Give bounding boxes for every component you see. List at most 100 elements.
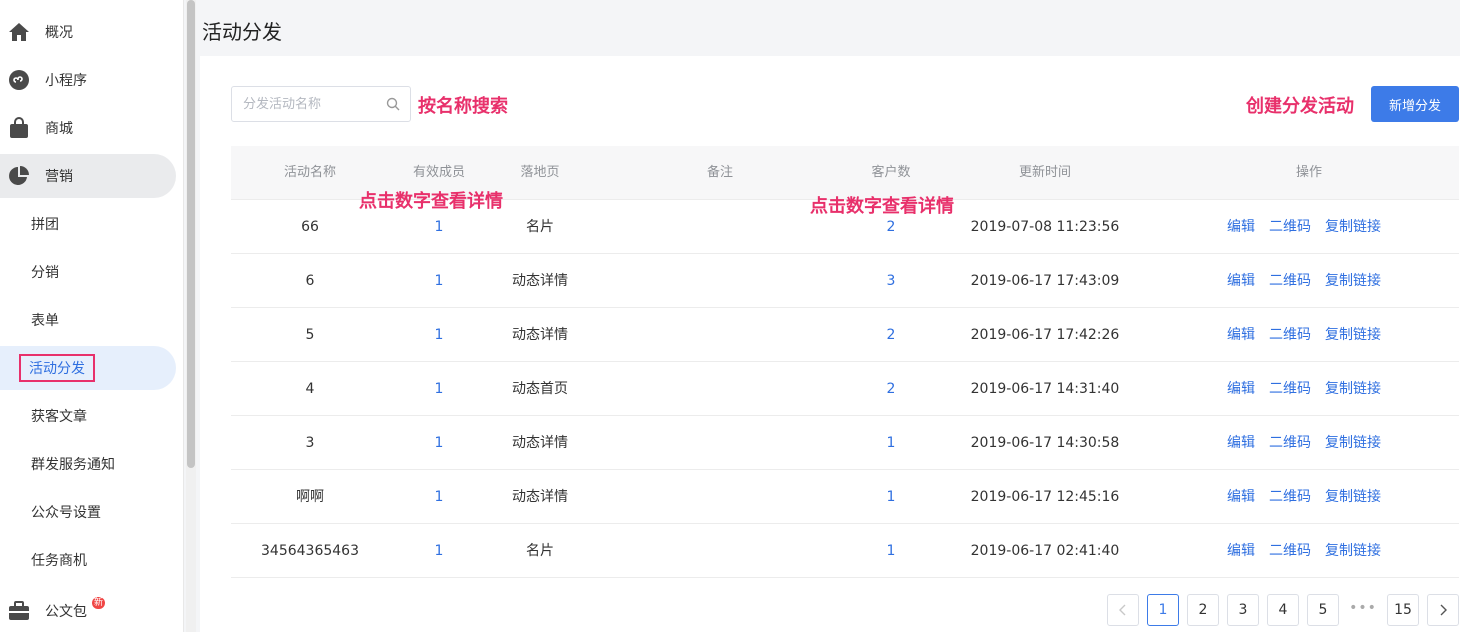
sidebar-item-group-buy[interactable]: 拼团	[0, 202, 176, 246]
edit-link[interactable]: 编辑	[1227, 543, 1255, 559]
customers-count-link[interactable]: 1	[887, 470, 896, 524]
sidebar-item-activity-distribution[interactable]: 活动分发	[0, 346, 176, 390]
column-header: 更新时间	[1018, 165, 1072, 180]
updated-time-cell: 2019-06-17 14:30:58	[970, 435, 1120, 451]
create-annotation: 创建分发活动	[1246, 96, 1354, 117]
activity-name-cell: 34564365463	[261, 543, 359, 559]
updated-time-cell: 2019-06-17 17:43:09	[970, 273, 1120, 289]
sidebar-item-label: 概况	[45, 25, 73, 41]
customers-count-link[interactable]: 2	[887, 362, 896, 416]
edit-link[interactable]: 编辑	[1227, 219, 1255, 235]
members-count-link[interactable]: 1	[435, 416, 444, 470]
members-annotation: 点击数字查看详情	[359, 191, 503, 212]
landing-page-cell: 动态详情	[512, 273, 568, 289]
page-button[interactable]: 2	[1187, 594, 1219, 626]
shopping-bag-icon	[8, 117, 30, 139]
row-actions: 编辑 二维码 复制链接	[1227, 416, 1395, 470]
sidebar-item-lead-articles[interactable]: 获客文章	[0, 394, 176, 438]
search-annotation: 按名称搜索	[418, 96, 508, 117]
landing-page-cell: 名片	[526, 543, 554, 559]
sidebar-item-label: 任务商机	[31, 553, 87, 569]
scrollbar-thumb[interactable]	[187, 0, 195, 468]
copy-link[interactable]: 复制链接	[1325, 435, 1381, 451]
updated-time-cell: 2019-07-08 11:23:56	[970, 219, 1120, 235]
updated-time-cell: 2019-06-17 12:45:16	[970, 489, 1120, 505]
page-ellipsis[interactable]: •••	[1347, 594, 1379, 626]
updated-time-cell: 2019-06-17 17:42:26	[970, 327, 1120, 343]
members-count-link[interactable]: 1	[435, 524, 444, 578]
page-button[interactable]: 4	[1267, 594, 1299, 626]
pie-chart-icon	[8, 165, 30, 187]
sidebar-item-service-notice[interactable]: 群发服务通知	[0, 442, 176, 486]
sidebar-item-label: 分销	[31, 265, 59, 281]
copy-link[interactable]: 复制链接	[1325, 543, 1381, 559]
copy-link[interactable]: 复制链接	[1325, 273, 1381, 289]
sidebar-item-official-account[interactable]: 公众号设置	[0, 490, 176, 534]
sidebar-item-task-opportunity[interactable]: 任务商机	[0, 538, 176, 582]
column-header: 落地页	[520, 165, 560, 180]
sidebar-item-marketing[interactable]: 营销	[0, 154, 176, 198]
customers-count-link[interactable]: 2	[887, 308, 896, 362]
customers-count-link[interactable]: 3	[887, 254, 896, 308]
search-input[interactable]	[232, 87, 372, 121]
activity-name-cell: 啊啊	[296, 489, 324, 505]
row-actions: 编辑 二维码 复制链接	[1227, 308, 1395, 362]
prev-page-button[interactable]	[1107, 594, 1139, 626]
landing-page-cell: 名片	[526, 219, 554, 235]
sidebar-item-label: 小程序	[45, 73, 87, 89]
page-button[interactable]: 15	[1387, 594, 1419, 626]
search-icon[interactable]	[386, 97, 400, 115]
page-button[interactable]: 5	[1307, 594, 1339, 626]
members-count-link[interactable]: 1	[435, 470, 444, 524]
landing-page-cell: 动态详情	[512, 489, 568, 505]
copy-link[interactable]: 复制链接	[1325, 327, 1381, 343]
edit-link[interactable]: 编辑	[1227, 489, 1255, 505]
page-button[interactable]: 3	[1227, 594, 1259, 626]
members-count-link[interactable]: 1	[435, 362, 444, 416]
sidebar-item-label: 表单	[31, 313, 59, 329]
sidebar-item-overview[interactable]: 概况	[0, 10, 176, 54]
page-button[interactable]: 1	[1147, 594, 1179, 626]
edit-link[interactable]: 编辑	[1227, 381, 1255, 397]
sidebar-item-forms[interactable]: 表单	[0, 298, 176, 342]
sidebar-item-label: 公众号设置	[31, 505, 101, 521]
activity-name-cell: 3	[305, 435, 315, 451]
sidebar-item-label: 公文包	[45, 604, 87, 620]
qrcode-link[interactable]: 二维码	[1269, 219, 1311, 235]
qrcode-link[interactable]: 二维码	[1269, 381, 1311, 397]
add-distribution-button[interactable]: 新增分发	[1371, 86, 1459, 122]
updated-time-cell: 2019-06-17 14:31:40	[970, 381, 1120, 397]
sidebar-item-label: 获客文章	[31, 409, 87, 425]
customers-count-link[interactable]: 1	[887, 416, 896, 470]
customers-count-link[interactable]: 1	[887, 524, 896, 578]
edit-link[interactable]: 编辑	[1227, 273, 1255, 289]
qrcode-link[interactable]: 二维码	[1269, 543, 1311, 559]
next-page-button[interactable]	[1427, 594, 1459, 626]
table-row: 啊啊 1 动态详情 1 2019-06-17 12:45:16 编辑 二维码 复制链接	[231, 470, 1459, 524]
sidebar-item-mall[interactable]: 商城	[0, 106, 176, 150]
chevron-left-icon	[1119, 604, 1126, 616]
sidebar-item-label: 营销	[45, 169, 73, 185]
members-count-link[interactable]: 1	[435, 308, 444, 362]
sidebar-item-label: 拼团	[31, 217, 59, 233]
qrcode-link[interactable]: 二维码	[1269, 273, 1311, 289]
edit-link[interactable]: 编辑	[1227, 435, 1255, 451]
copy-link[interactable]: 复制链接	[1325, 381, 1381, 397]
landing-page-cell: 动态详情	[512, 327, 568, 343]
qrcode-link[interactable]: 二维码	[1269, 489, 1311, 505]
sidebar-item-mini-program[interactable]: 小程序	[0, 58, 176, 102]
landing-page-cell: 动态首页	[512, 381, 568, 397]
sidebar-item-briefcase[interactable]: 公文包 新	[0, 589, 176, 632]
sidebar-item-distribution[interactable]: 分销	[0, 250, 176, 294]
qrcode-link[interactable]: 二维码	[1269, 435, 1311, 451]
members-count-link[interactable]: 1	[435, 254, 444, 308]
copy-link[interactable]: 复制链接	[1325, 219, 1381, 235]
search-box	[231, 86, 411, 122]
edit-link[interactable]: 编辑	[1227, 327, 1255, 343]
copy-link[interactable]: 复制链接	[1325, 489, 1381, 505]
sidebar: 概况 小程序 商城 营销 拼团 分销 表单 活动分发 获客文章 群发服务通知 公…	[0, 0, 184, 632]
table-row: 4 1 动态首页 2 2019-06-17 14:31:40 编辑 二维码 复制链接	[231, 362, 1459, 416]
sidebar-scrollbar[interactable]	[186, 0, 196, 632]
home-icon	[8, 21, 30, 43]
qrcode-link[interactable]: 二维码	[1269, 327, 1311, 343]
